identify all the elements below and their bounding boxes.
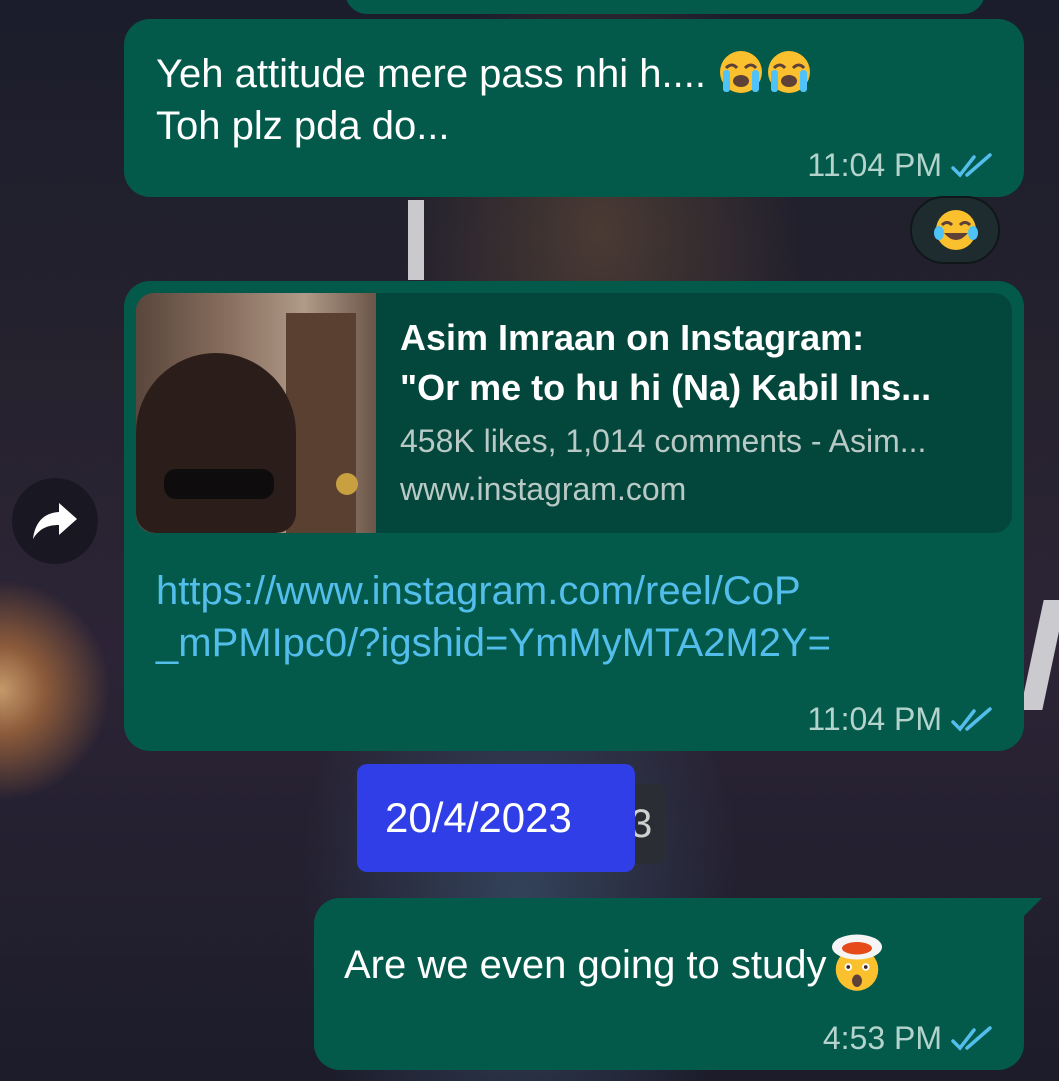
link-line: _mPMIpc0/?igshid=YmMyMTA2M2Y= (156, 621, 832, 665)
message-meta: 11:04 PM (807, 147, 996, 184)
link-preview-title: "Or me to hu hi (Na) Kabil Ins... (400, 367, 932, 408)
link-preview-domain: www.instagram.com (400, 471, 687, 507)
link-line: https://www.instagram.com/reel/CoP (156, 569, 801, 613)
message-time: 11:04 PM (807, 147, 942, 183)
forward-button[interactable] (12, 478, 98, 564)
double-check-icon (951, 1025, 992, 1051)
exploding-head-emoji (831, 934, 882, 991)
loudly-crying-face-emoji (768, 51, 811, 93)
message-text: Are we even going to study (344, 932, 887, 992)
message-reaction[interactable] (910, 196, 1000, 264)
link-preview-title: Asim Imraan on Instagram: (400, 317, 865, 358)
double-check-icon (951, 152, 992, 178)
loudly-crying-face-emoji (720, 51, 763, 93)
message-meta: 11:04 PM (807, 701, 996, 738)
message-bubble[interactable]: Are we even going to study 4:53 PM (314, 898, 1024, 1070)
double-check-icon (951, 706, 992, 732)
message-time: 11:04 PM (807, 701, 942, 737)
message-time: 4:53 PM (822, 1020, 942, 1056)
message-line: Are we even going to study (344, 943, 827, 987)
previous-message-bubble-edge[interactable] (345, 0, 985, 14)
wallpaper-stripe (408, 200, 424, 280)
wallpaper-stripe (1020, 600, 1059, 710)
link-preview-thumbnail (136, 293, 376, 533)
date-chip: 20/4/2023 (357, 764, 635, 872)
link-message-bubble[interactable]: Asim Imraan on Instagram: "Or me to hu h… (124, 281, 1024, 751)
date-chip-label: 20/4/2023 (385, 794, 572, 841)
face-with-tears-of-joy-emoji (934, 210, 978, 250)
bubble-tail (1020, 898, 1042, 920)
message-bubble[interactable]: Yeh attitude mere pass nhi h.... Toh plz… (124, 19, 1024, 197)
message-meta: 4:53 PM (823, 1020, 996, 1057)
message-link[interactable]: https://www.instagram.com/reel/CoP _mPMI… (156, 565, 831, 669)
link-preview-card[interactable]: Asim Imraan on Instagram: "Or me to hu h… (136, 293, 1012, 533)
forward-arrow-icon (33, 503, 77, 539)
message-line: Toh plz pda do... (156, 104, 450, 148)
message-text: Yeh attitude mere pass nhi h.... Toh plz… (156, 47, 813, 152)
message-line: Yeh attitude mere pass nhi h.... (156, 52, 706, 96)
link-preview-description: 458K likes, 1,014 comments - Asim... (400, 423, 927, 459)
